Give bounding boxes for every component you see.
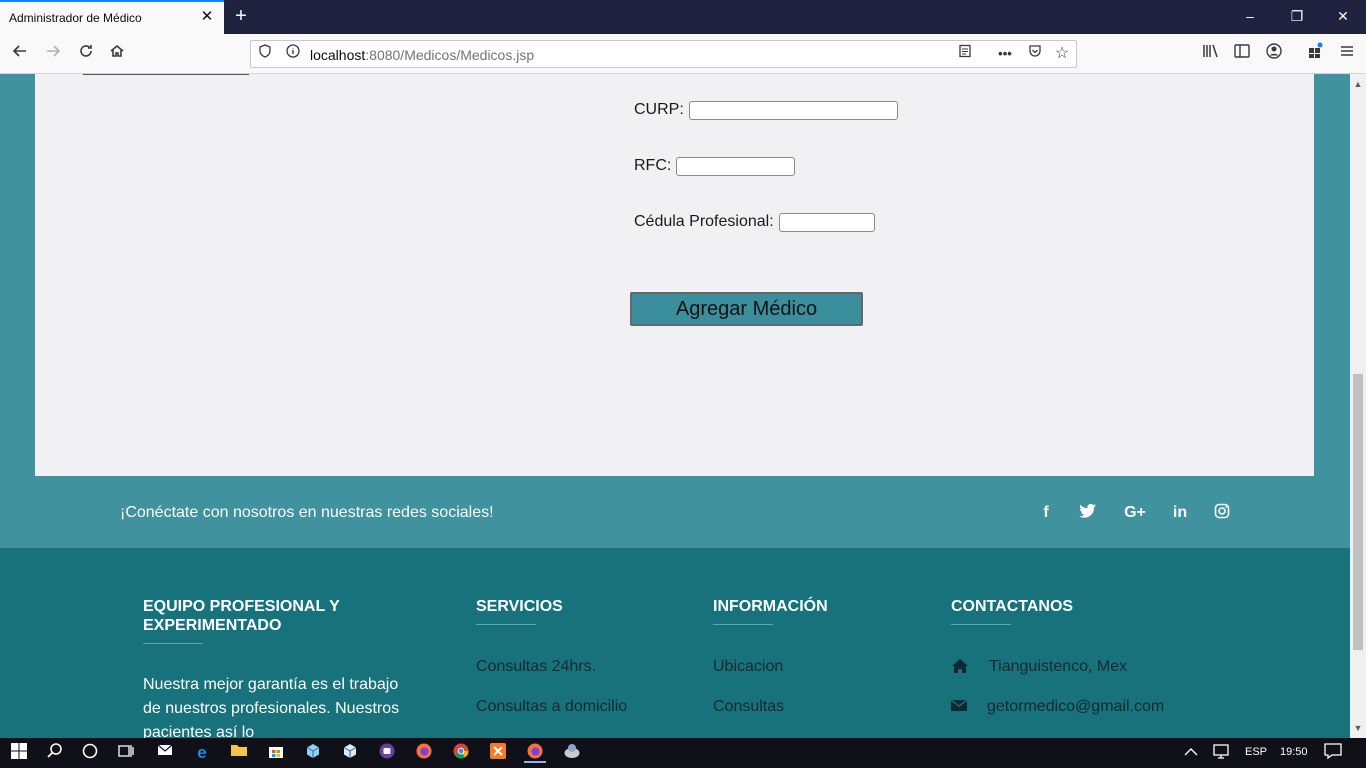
tab-bar: Administrador de Médico ✕ + – ❐ ✕ [0, 0, 1366, 34]
reader-view-icon[interactable] [955, 44, 975, 64]
linkedin-icon[interactable]: in [1169, 503, 1191, 523]
social-bar: ¡Conéctate con nosotros en nuestras rede… [0, 476, 1350, 548]
windows-taskbar: e ESP 19:50 [0, 738, 1366, 768]
app-cube-icon[interactable] [302, 743, 324, 763]
network-icon[interactable] [1211, 743, 1233, 763]
xampp-icon[interactable] [487, 743, 509, 763]
reload-icon[interactable] [74, 42, 98, 66]
divider [143, 643, 203, 644]
minimize-button[interactable]: – [1230, 4, 1270, 28]
divider [476, 624, 536, 625]
tab-title: Administrador de Médico [9, 11, 142, 25]
footer-col2-title: SERVICIOS [476, 598, 563, 615]
link-consultas-domicilio[interactable]: Consultas a domicilio [476, 698, 627, 716]
cortana-icon[interactable] [79, 743, 101, 763]
form-panel: CURP: RFC: Cédula Profesional: Agregar M… [35, 74, 1314, 476]
edge-icon[interactable]: e [191, 743, 213, 763]
curp-input[interactable] [689, 101, 898, 120]
navigation-toolbar: localhost:8080/Medicos/Medicos.jsp ••• ☆ [0, 34, 1366, 74]
contact-address: Tianguistenco, Mex [989, 658, 1128, 675]
back-icon[interactable] [8, 42, 32, 66]
bookmark-star-icon[interactable]: ☆ [1052, 44, 1072, 64]
divider [951, 624, 1011, 625]
twitter-icon[interactable] [1077, 503, 1099, 523]
link-consultas[interactable]: Consultas [713, 698, 784, 716]
file-explorer-icon[interactable] [228, 743, 250, 763]
divider [83, 74, 249, 75]
url-path: :8080/Medicos/Medicos.jsp [365, 47, 535, 63]
language-indicator[interactable]: ESP [1245, 746, 1267, 758]
clock[interactable]: 19:50 [1280, 746, 1308, 758]
home-icon [951, 658, 969, 679]
curp-label: CURP: [634, 101, 684, 118]
virtualbox-icon[interactable] [339, 743, 361, 763]
forward-icon[interactable] [41, 42, 65, 66]
page-scrollbar[interactable]: ▲ ▼ [1350, 74, 1366, 738]
footer-col3-title: INFORMACIÓN [713, 598, 828, 615]
close-window-button[interactable]: ✕ [1323, 4, 1363, 28]
page-content: CURP: RFC: Cédula Profesional: Agregar M… [0, 74, 1350, 738]
scroll-down-arrow-icon[interactable]: ▼ [1350, 720, 1366, 736]
more-icon[interactable]: ••• [995, 44, 1015, 64]
add-medico-button[interactable]: Agregar Médico [630, 292, 863, 326]
envelope-icon [950, 699, 968, 717]
mail-icon[interactable] [154, 743, 176, 763]
notifications-icon[interactable] [1322, 743, 1344, 763]
footer: EQUIPO PROFESIONAL Y EXPERIMENTADO Nuest… [0, 548, 1350, 738]
url-host: localhost [310, 47, 366, 63]
firefox-active-icon[interactable] [524, 743, 546, 763]
link-consultas-24hrs[interactable]: Consultas 24hrs. [476, 658, 596, 676]
facebook-icon[interactable]: f [1035, 503, 1057, 523]
chevron-up-icon[interactable] [1180, 743, 1202, 763]
google-plus-icon[interactable]: G+ [1123, 503, 1147, 523]
close-tab-icon[interactable]: ✕ [199, 9, 215, 25]
restore-button[interactable]: ❐ [1277, 4, 1317, 28]
social-text: ¡Conéctate con nosotros en nuestras rede… [120, 504, 494, 521]
footer-col1-title: EQUIPO PROFESIONAL Y EXPERIMENTADO [143, 598, 340, 634]
browser-tab[interactable]: Administrador de Médico ✕ [0, 0, 224, 34]
divider [713, 624, 773, 625]
java-app-icon[interactable] [561, 743, 583, 763]
scroll-thumb[interactable] [1353, 374, 1363, 650]
chrome-icon[interactable] [450, 743, 472, 763]
store-icon[interactable] [265, 743, 287, 763]
shield-icon[interactable] [255, 44, 275, 64]
menu-icon[interactable] [1335, 42, 1359, 66]
cedula-label: Cédula Profesional: [634, 213, 774, 230]
footer-col4-title: CONTACTANOS [951, 598, 1074, 615]
pocket-icon[interactable] [1025, 44, 1045, 64]
account-icon[interactable] [1262, 42, 1286, 66]
instagram-icon[interactable] [1211, 503, 1233, 523]
firefox-icon[interactable] [413, 743, 435, 763]
info-icon[interactable] [283, 44, 303, 64]
footer-col1-text: Nuestra mejor garantía es el trabajo de … [143, 676, 400, 738]
purple-app-icon[interactable] [376, 743, 398, 763]
new-tab-button[interactable]: + [230, 5, 252, 27]
task-view-icon[interactable] [115, 743, 137, 763]
rfc-input[interactable] [676, 157, 795, 176]
rfc-label: RFC: [634, 157, 672, 174]
scroll-up-arrow-icon[interactable]: ▲ [1350, 76, 1366, 92]
windows-start-icon[interactable] [8, 743, 30, 763]
search-icon[interactable] [44, 743, 66, 763]
link-ubicacion[interactable]: Ubicacion [713, 658, 783, 676]
extensions-icon[interactable] [1303, 42, 1327, 66]
cedula-input[interactable] [779, 213, 875, 232]
library-icon[interactable] [1198, 42, 1222, 66]
home-icon[interactable] [105, 42, 129, 66]
url-bar[interactable]: localhost:8080/Medicos/Medicos.jsp ••• ☆ [250, 40, 1077, 68]
url-text[interactable]: localhost:8080/Medicos/Medicos.jsp [310, 47, 534, 63]
sidebar-icon[interactable] [1230, 42, 1254, 66]
contact-email[interactable]: getormedico@gmail.com [987, 698, 1164, 716]
